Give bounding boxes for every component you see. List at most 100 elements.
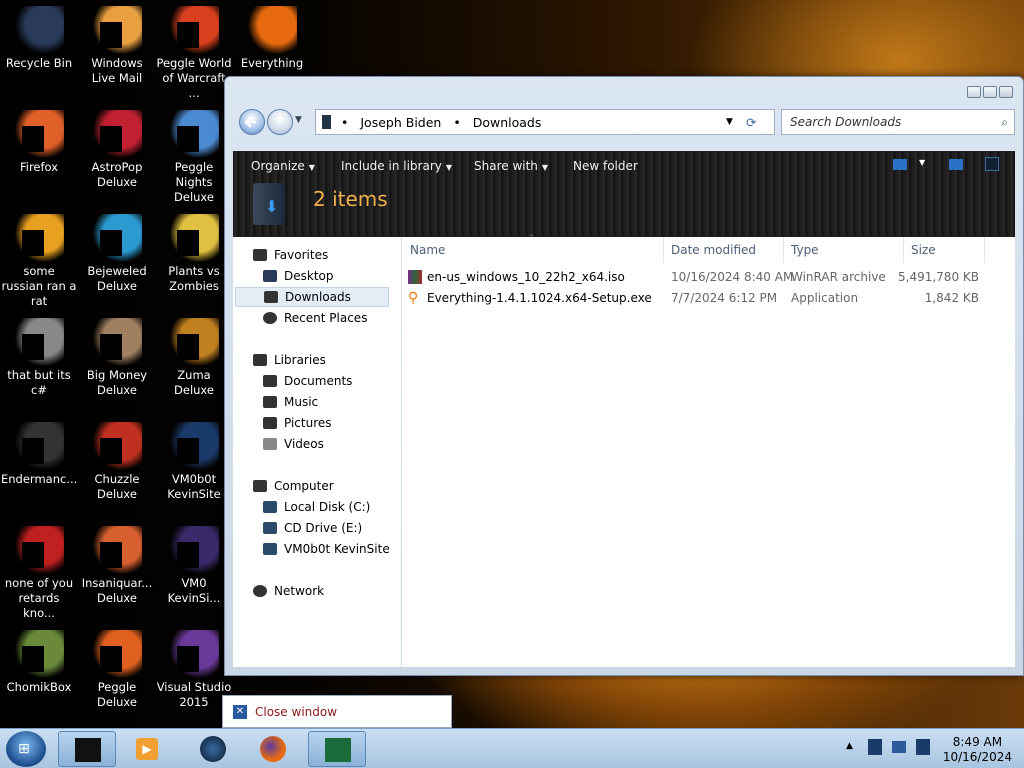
firefox-icon [14,110,64,158]
desktop-icon-peggle[interactable]: Peggle Deluxe [79,630,155,710]
nav-network[interactable]: Network [253,581,324,601]
redaction-block [177,646,199,672]
nav-label: Documents [284,374,353,388]
nav-recent-places[interactable]: Recent Places [263,308,367,328]
desktop-icon-chomikbox[interactable]: ChomikBox [1,630,77,695]
desktop-icon-everything[interactable]: Everything [234,6,310,71]
nav-computer[interactable]: Computer [253,476,334,496]
nav-local-disk[interactable]: Local Disk (C:) [263,497,370,517]
taskbar: ⊞ ▶ ▲ 8:49 AM 10/16/2024 [0,728,1024,768]
desktop-icon-visual-studio[interactable]: Visual Studio 2015 [156,630,232,710]
desktop-icon-zuma[interactable]: Zuma Deluxe [156,318,232,398]
maximize-button[interactable] [983,86,997,98]
nav-label: Videos [284,437,324,451]
forward-button[interactable] [267,109,293,135]
redaction-block [100,126,122,152]
breadcrumb-user[interactable]: Joseph Biden [360,115,441,130]
taskbar-item-firefox[interactable] [244,731,302,767]
table-row[interactable]: en-us_windows_10_22h2_x64.iso 10/16/2024… [402,267,1015,287]
column-header-date[interactable]: Date modified [671,243,756,257]
column-divider[interactable] [984,237,985,263]
redaction-block [100,438,122,464]
search-placeholder: Search Downloads [790,115,902,129]
nav-documents[interactable]: Documents [263,371,352,391]
address-bar[interactable]: • Joseph Biden • Downloads ▼ ⟳ [315,109,775,135]
include-in-library-button[interactable]: Include in library ▼ [341,159,452,173]
desktop-icon-shortcut[interactable]: that but its c# [1,318,77,398]
item-count: 2 items [313,187,388,211]
show-hidden-icons[interactable]: ▲ [846,741,853,751]
network-tray-icon[interactable] [892,741,906,753]
nav-network-drive[interactable]: VM0b0t KevinSite [263,539,390,559]
redaction-block [22,334,44,360]
desktop-icon-mail[interactable]: Windows Live Mail [79,6,155,86]
nav-label: Downloads [285,290,351,304]
help-icon[interactable] [985,157,999,171]
desktop-icon-big-money[interactable]: Big Money Deluxe [79,318,155,398]
desktop-icon-bejeweled[interactable]: Bejeweled Deluxe [79,214,155,294]
taskbar-item-media-player[interactable]: ▶ [118,731,176,767]
desktop-icon-label: Plants vs Zombies [168,264,220,293]
desktop-icon-label: Peggle Nights Deluxe [174,160,214,204]
nav-label: CD Drive (E:) [284,521,363,535]
redaction-block [22,438,44,464]
nav-favorites[interactable]: Favorites [253,245,328,265]
minimize-button[interactable] [967,86,981,98]
history-dropdown-icon[interactable]: ▼ [295,115,302,125]
clock[interactable]: 8:49 AM 10/16/2024 [943,735,1012,765]
desktop-icon-peggle-nights[interactable]: Peggle Nights Deluxe [156,110,232,205]
jumplist-close-window[interactable]: ✕ Close window [222,695,452,728]
view-options-icon[interactable] [893,159,907,170]
nav-cd-drive[interactable]: CD Drive (E:) [263,518,362,538]
table-row[interactable]: ⚲ Everything-1.4.1.1024.x64-Setup.exe 7/… [402,288,1015,308]
breadcrumb-downloads[interactable]: Downloads [473,115,542,130]
desktop-icon-insaniquarium[interactable]: Insaniquar... Deluxe [79,526,155,606]
desktop-icon-plants-vs-zombies[interactable]: Plants vs Zombies [156,214,232,294]
desktop-icon-firefox[interactable]: Firefox [1,110,77,175]
nav-pictures[interactable]: Pictures [263,413,332,433]
taskbar-item-explorer[interactable] [58,731,116,767]
desktop-icon-astropop[interactable]: AstroPop Deluxe [79,110,155,190]
nav-music[interactable]: Music [263,392,318,412]
address-dropdown-icon[interactable]: ▼ [726,117,733,127]
desktop-icon-vm[interactable]: VM0 KevinSi... [156,526,232,606]
libraries-icon [253,354,267,366]
desktop-icon-app[interactable]: none of you retards kno... [1,526,77,621]
desktop-icon-chuzzle[interactable]: Chuzzle Deluxe [79,422,155,502]
refresh-icon[interactable]: ⟳ [746,115,756,130]
new-folder-button[interactable]: New folder [573,159,638,173]
volume-icon[interactable] [916,739,930,755]
vm-icon [169,422,219,470]
preview-pane-icon[interactable] [949,159,963,170]
column-divider[interactable] [903,237,904,263]
close-button[interactable] [999,86,1013,98]
file-list: ^ Name Date modified Type Size en-us_win… [402,233,1015,667]
share-with-button[interactable]: Share with ▼ [474,159,548,173]
redaction-block [100,334,122,360]
chuzzle-icon [92,422,142,470]
desktop-icon-peggle[interactable]: Peggle World of Warcraft ... [156,6,232,101]
search-input[interactable]: Search Downloads ⌕ [781,109,1015,135]
chevron-down-icon[interactable]: ▼ [919,158,925,167]
desktop-icon-app[interactable]: some russian ran a rat [1,214,77,309]
taskbar-item-browser[interactable] [184,731,242,767]
column-header-type[interactable]: Type [791,243,819,257]
nav-videos[interactable]: Videos [263,434,324,454]
visual-studio-icon [169,630,219,678]
taskbar-item-task-manager[interactable] [308,731,366,767]
column-header-name[interactable]: Name [410,243,445,257]
organize-button[interactable]: Organize ▼ [251,159,315,173]
desktop-icon-recycle-bin[interactable]: Recycle Bin [1,6,77,71]
desktop-icon-vm[interactable]: VM0b0t KevinSite [156,422,232,502]
app-icon [14,422,64,470]
desktop-icon-app[interactable]: Endermanc... [1,422,77,487]
tray-app-icon[interactable] [868,739,882,755]
start-button[interactable]: ⊞ [6,731,46,767]
column-divider[interactable] [783,237,784,263]
column-header-size[interactable]: Size [911,243,936,257]
nav-desktop[interactable]: Desktop [263,266,334,286]
column-divider[interactable] [663,237,664,263]
back-button[interactable] [239,109,265,135]
nav-libraries[interactable]: Libraries [253,350,326,370]
nav-downloads[interactable]: Downloads [235,287,389,307]
